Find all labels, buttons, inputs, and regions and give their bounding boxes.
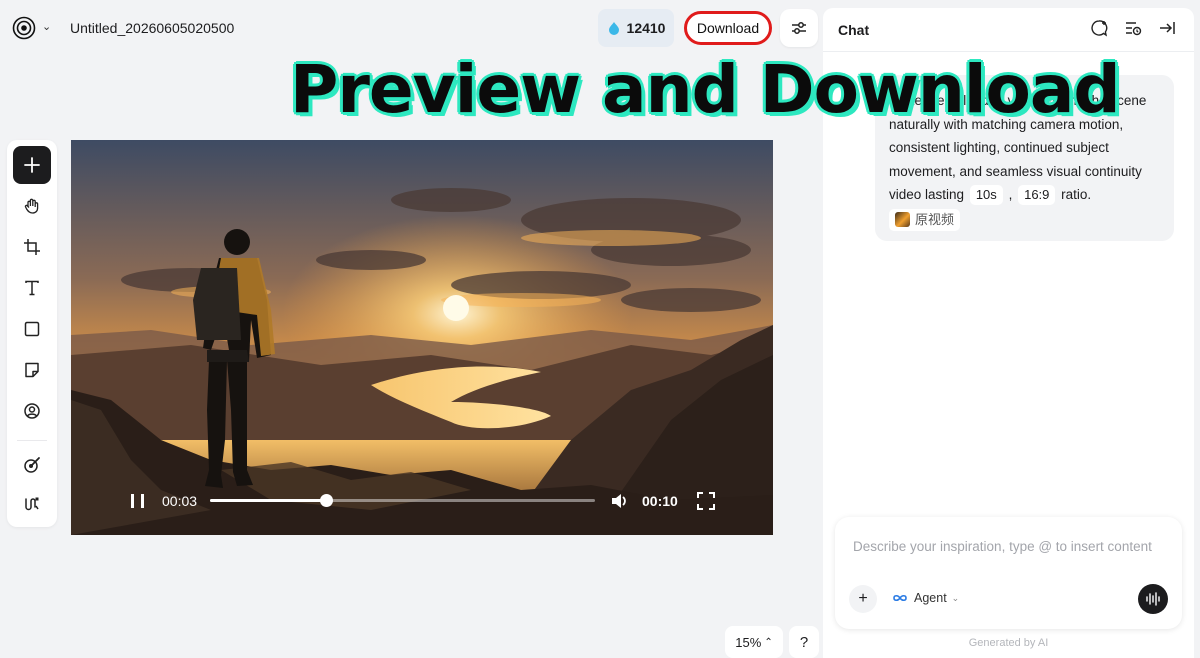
sticky-note-tool-button[interactable] bbox=[13, 351, 51, 389]
document-title[interactable]: Untitled_20260605020500 bbox=[70, 20, 234, 36]
video-frame-image bbox=[71, 140, 773, 535]
text-tool-button[interactable] bbox=[13, 269, 51, 307]
agent-label: Agent bbox=[914, 591, 947, 605]
pause-icon[interactable] bbox=[129, 492, 147, 510]
voice-input-button[interactable] bbox=[1138, 584, 1168, 614]
app-logo-icon[interactable] bbox=[12, 16, 36, 40]
help-button[interactable]: ? bbox=[789, 626, 819, 658]
video-preview[interactable] bbox=[71, 140, 773, 535]
duration: 00:10 bbox=[642, 493, 678, 509]
message-text-end: ratio. bbox=[1061, 187, 1092, 202]
brush-target-icon bbox=[24, 457, 40, 473]
crop-icon bbox=[24, 239, 40, 255]
rectangle-tool-button[interactable] bbox=[13, 310, 51, 348]
crop-tool-button[interactable] bbox=[13, 228, 51, 266]
fullscreen-icon[interactable] bbox=[696, 491, 716, 511]
text-icon bbox=[25, 280, 39, 296]
current-time: 00:03 bbox=[162, 493, 198, 509]
chevron-down-icon: ⌄ bbox=[951, 592, 960, 603]
person-circle-icon bbox=[24, 403, 40, 419]
chat-composer: Describe your inspiration, type @ to ins… bbox=[835, 517, 1182, 629]
new-chat-icon[interactable] bbox=[1090, 19, 1108, 37]
chevron-down-icon[interactable]: ⌄ bbox=[42, 20, 51, 33]
hand-tool-button[interactable] bbox=[13, 187, 51, 225]
seek-bar-fill bbox=[210, 499, 326, 502]
download-button[interactable]: Download bbox=[684, 11, 772, 45]
credits-balance[interactable]: 12410 bbox=[598, 9, 674, 47]
style-tool-button[interactable] bbox=[13, 446, 51, 484]
settings-sliders-button[interactable] bbox=[780, 9, 818, 47]
hand-icon bbox=[24, 198, 39, 214]
audio-tool-button[interactable] bbox=[13, 485, 51, 523]
plus-icon: + bbox=[858, 590, 868, 607]
add-tool-button[interactable] bbox=[13, 146, 51, 184]
waveform-icon bbox=[1146, 592, 1160, 606]
sliders-icon bbox=[792, 22, 806, 34]
volume-icon[interactable] bbox=[609, 491, 629, 511]
attach-button[interactable]: + bbox=[849, 585, 877, 613]
reference-video-chip[interactable]: 原视频 bbox=[889, 208, 961, 231]
agent-mode-selector[interactable]: Agent ⌄ bbox=[891, 591, 959, 605]
infinity-icon bbox=[893, 594, 907, 602]
video-controls: 00:03 00:10 bbox=[120, 482, 725, 520]
audio-clip-icon bbox=[25, 497, 39, 511]
duration-chip[interactable]: 10s bbox=[969, 185, 1003, 205]
zoom-control[interactable]: 15% ⌃ bbox=[725, 626, 783, 658]
ai-disclaimer: Generated by AI bbox=[968, 637, 1049, 649]
ratio-chip[interactable]: 16:9 bbox=[1018, 185, 1056, 205]
seek-bar[interactable] bbox=[210, 494, 595, 507]
chat-title: Chat bbox=[838, 22, 870, 38]
seek-handle[interactable] bbox=[320, 494, 333, 507]
rectangle-icon bbox=[24, 321, 40, 337]
plus-icon bbox=[24, 157, 40, 173]
toolbar-divider bbox=[17, 440, 47, 441]
overlay-headline: Preview and Download bbox=[290, 51, 1121, 128]
reference-thumbnail bbox=[895, 212, 910, 227]
chat-actions bbox=[1090, 19, 1176, 37]
collapse-panel-icon[interactable] bbox=[1158, 19, 1176, 37]
credit-drop-icon bbox=[608, 22, 619, 35]
zoom-level: 15% bbox=[735, 634, 762, 650]
reference-label: 原视频 bbox=[915, 211, 955, 227]
chevron-up-icon: ⌃ bbox=[764, 636, 773, 648]
tool-palette bbox=[7, 140, 57, 527]
credits-count: 12410 bbox=[626, 20, 666, 36]
person-tool-button[interactable] bbox=[13, 392, 51, 430]
history-icon[interactable] bbox=[1124, 19, 1142, 37]
sticky-note-icon bbox=[25, 362, 39, 378]
prompt-input[interactable]: Describe your inspiration, type @ to ins… bbox=[853, 539, 1152, 554]
message-separator: , bbox=[1008, 187, 1013, 202]
